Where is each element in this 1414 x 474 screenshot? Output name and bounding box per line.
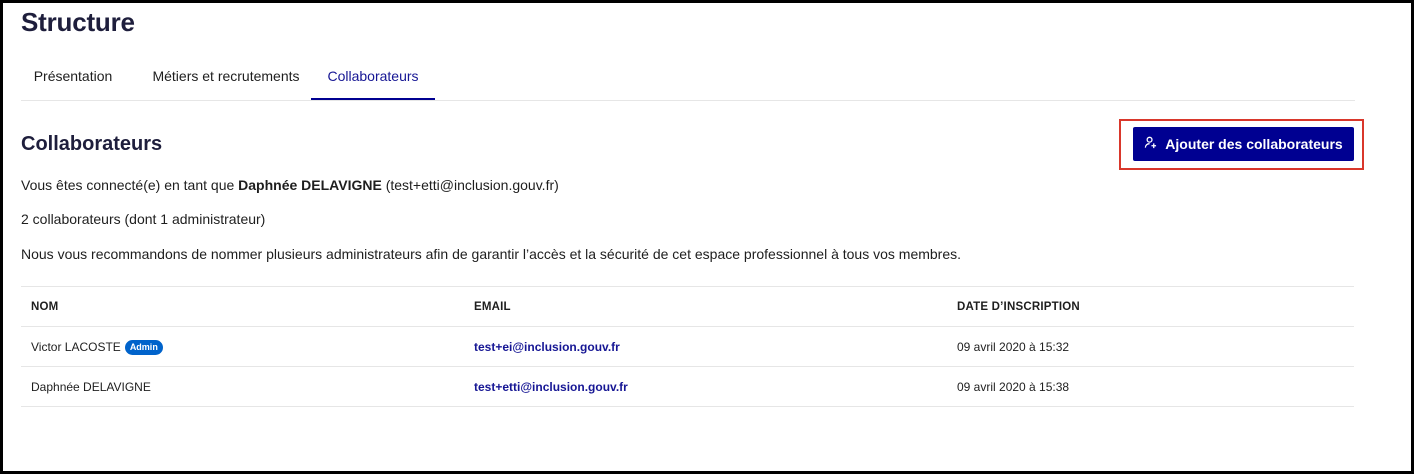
admin-badge: Admin [124,339,163,355]
admin-recommendation: Nous vous recommandons de nommer plusieu… [21,246,962,262]
tab-metiers-recrutements[interactable]: Métiers et recrutements [131,57,321,100]
collaborators-count: 2 collaborateurs (dont 1 administrateur) [21,211,266,227]
table-row: Victor LACOSTE Admin test+ei@inclusion.g… [21,327,1354,367]
tab-collaborateurs[interactable]: Collaborateurs [311,57,435,100]
row-name-cell: Daphnée DELAVIGNE [31,367,151,407]
connected-as-text: Vous êtes connecté(e) en tant que Daphné… [21,177,559,193]
member-name: Victor LACOSTE [31,340,121,354]
tab-bar: Présentation Métiers et recrutements Col… [21,57,1355,101]
connected-user-name: Daphnée DELAVIGNE [238,177,382,193]
member-signup-date: 09 avril 2020 à 15:32 [957,340,1070,354]
connected-user-email: (test+etti@inclusion.gouv.fr) [381,177,559,193]
table-header-row: NOM EMAIL DATE D’INSCRIPTION [21,287,1354,327]
add-button-label: Ajouter des collaborateurs [1165,136,1343,152]
header-date-inscription: DATE D’INSCRIPTION [957,301,1080,313]
connected-prefix: Vous êtes connecté(e) en tant que [21,177,239,193]
section-title: Collaborateurs [21,133,163,155]
user-add-icon [1144,136,1157,152]
member-email-link[interactable]: test+ei@inclusion.gouv.fr [474,327,620,367]
collaborators-table: NOM EMAIL DATE D’INSCRIPTION Victor LACO… [21,286,1354,407]
row-name-cell: Victor LACOSTE Admin [31,327,163,367]
header-email: EMAIL [474,301,511,313]
table-row: Daphnée DELAVIGNE test+etti@inclusion.go… [21,367,1354,407]
member-name: Daphnée DELAVIGNE [31,380,151,394]
page-title: Structure [21,7,135,37]
member-email-link[interactable]: test+etti@inclusion.gouv.fr [474,367,628,407]
page-frame: Structure Présentation Métiers et recrut… [0,0,1414,474]
add-collaborators-button[interactable]: Ajouter des collaborateurs [1133,127,1354,161]
header-nom: NOM [31,301,59,313]
tab-presentation[interactable]: Présentation [21,57,125,100]
member-signup-date: 09 avril 2020 à 15:38 [957,380,1070,394]
